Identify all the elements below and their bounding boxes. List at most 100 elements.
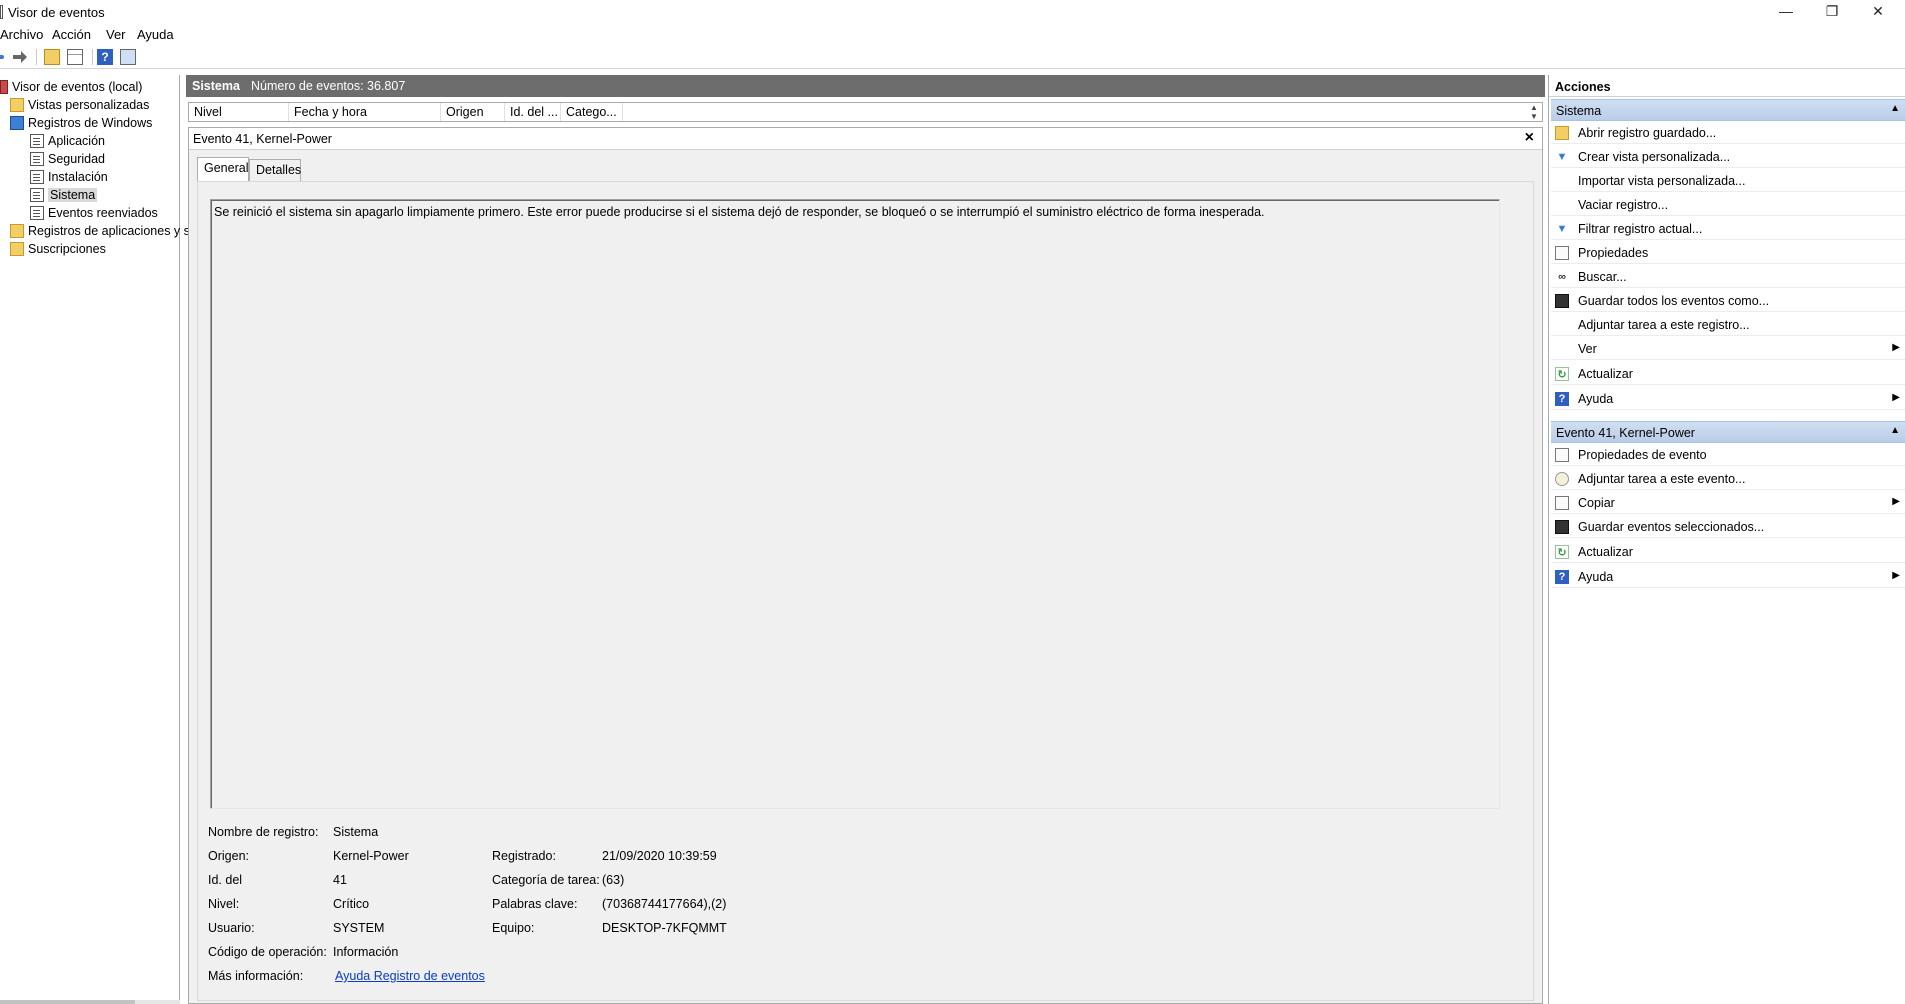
close-details-icon[interactable]: × — [1525, 129, 1534, 147]
list-scrollbar[interactable]: ▲ ▼ — [1526, 103, 1542, 121]
app-icon — [0, 5, 3, 19]
tree-node-root[interactable]: Visor de eventos (local) — [0, 78, 142, 96]
tree-node-windows-logs[interactable]: Registros de Windows — [10, 114, 152, 132]
action-refresh[interactable]: ↻ Actualizar — [1551, 363, 1905, 385]
value-event-id: 41 — [333, 873, 347, 887]
show-hide-tree-icon[interactable] — [67, 49, 83, 65]
action-save-selected-events[interactable]: Guardar eventos seleccionados... — [1551, 516, 1905, 538]
event-details-header: Evento 41, Kernel-Power × — [189, 128, 1542, 150]
menu-archivo[interactable]: Archivo — [0, 27, 43, 42]
minimize-button[interactable]: — — [1763, 0, 1809, 24]
value-log-name: Sistema — [333, 825, 379, 839]
event-message-box[interactable]: Se reinició el sistema sin apagarlo limp… — [210, 199, 1500, 809]
action-save-all-events[interactable]: Guardar todos los eventos como... — [1551, 290, 1905, 312]
filter-icon: ▼ — [1556, 223, 1568, 235]
folder-open-icon — [1555, 126, 1569, 140]
tab-general[interactable]: General — [197, 157, 249, 181]
action-open-saved-log[interactable]: Abrir registro guardado... — [1551, 122, 1905, 144]
refresh-icon: ↻ — [1555, 367, 1569, 381]
menu-ayuda[interactable]: Ayuda — [137, 27, 174, 42]
value-user: SYSTEM — [333, 921, 385, 935]
event-message: Se reinició el sistema sin apagarlo limp… — [214, 205, 1265, 219]
toolbar: ? — [0, 45, 1905, 69]
submenu-arrow-icon: ▶ — [1892, 496, 1900, 507]
log-icon — [30, 170, 44, 184]
copy-icon — [1555, 496, 1569, 510]
action-create-custom-view[interactable]: ▼ Crear vista personalizada... — [1551, 146, 1905, 168]
label-keywords: Palabras clave: — [492, 897, 578, 911]
collapse-icon[interactable]: ▲ — [1890, 425, 1900, 436]
window-title: Visor de eventos — [8, 5, 105, 20]
action-filter-current-log[interactable]: ▼ Filtrar registro actual... — [1551, 218, 1905, 240]
submenu-arrow-icon: ▶ — [1892, 570, 1900, 581]
properties-icon — [1555, 448, 1569, 462]
section-system[interactable]: Sistema ▲ — [1551, 99, 1905, 121]
folder-up-icon[interactable] — [44, 49, 60, 65]
event-list-header: Nivel Fecha y hora Origen Id. del ... Ca… — [188, 102, 1543, 122]
column-date-time[interactable]: Fecha y hora — [289, 103, 441, 121]
refresh-icon: ↻ — [1555, 545, 1569, 559]
action-import-custom-view[interactable]: Importar vista personalizada... — [1551, 170, 1905, 192]
value-opcode: Información — [333, 945, 399, 959]
label-level: Nivel: — [208, 897, 240, 911]
general-tab-content: Se reinició el sistema sin apagarlo limp… — [197, 181, 1534, 1001]
column-task-category[interactable]: Catego... — [561, 103, 623, 121]
value-computer: DESKTOP-7KFQMMT — [602, 921, 727, 935]
action-copy[interactable]: Copiar ▶ — [1551, 492, 1905, 514]
label-logged: Registrado: — [492, 849, 556, 863]
tree-node-system[interactable]: Sistema — [30, 186, 98, 204]
help-icon: ? — [1555, 392, 1569, 406]
subscriptions-icon — [10, 242, 24, 256]
column-source[interactable]: Origen — [441, 103, 505, 121]
menu-ver[interactable]: Ver — [106, 27, 126, 42]
label-more-info: Más información: — [208, 969, 304, 983]
section-event[interactable]: Evento 41, Kernel-Power ▲ — [1551, 421, 1905, 443]
event-count: Número de eventos: 36.807 — [251, 79, 406, 93]
action-help[interactable]: ? Ayuda ▶ — [1551, 388, 1905, 410]
log-icon — [30, 188, 44, 202]
windows-logs-icon — [10, 116, 24, 130]
value-keywords: (70368744177664),(2) — [602, 897, 727, 911]
tree-node-subscriptions[interactable]: Suscripciones — [10, 240, 106, 258]
back-icon[interactable] — [0, 55, 4, 59]
actions-pane: Acciones Sistema ▲ Abrir registro guarda… — [1548, 75, 1905, 1004]
value-source: Kernel-Power — [333, 849, 409, 863]
event-details-panel: Evento 41, Kernel-Power × General Detall… — [188, 127, 1543, 1004]
action-refresh-event[interactable]: ↻ Actualizar — [1551, 541, 1905, 563]
help-icon[interactable]: ? — [97, 49, 113, 65]
action-find[interactable]: ∞ Buscar... — [1551, 266, 1905, 288]
tree-node-setup[interactable]: Instalación — [30, 168, 108, 186]
action-event-properties[interactable]: Propiedades de evento — [1551, 444, 1905, 466]
tree-horizontal-scrollbar[interactable] — [0, 1000, 180, 1004]
action-attach-task-to-event[interactable]: Adjuntar tarea a este evento... — [1551, 468, 1905, 490]
action-properties[interactable]: Propiedades — [1551, 242, 1905, 264]
center-pane: Sistema Número de eventos: 36.807 Nivel … — [186, 75, 1545, 1004]
tree-node-forwarded-events[interactable]: Eventos reenviados — [30, 204, 158, 222]
log-icon — [30, 152, 44, 166]
title-bar: Visor de eventos — ❐ ✕ — [0, 0, 1905, 24]
log-icon — [30, 206, 44, 220]
submenu-arrow-icon: ▶ — [1892, 392, 1900, 403]
maximize-button[interactable]: ❐ — [1809, 0, 1855, 24]
forward-icon[interactable] — [12, 49, 28, 65]
show-hide-action-pane-icon[interactable] — [120, 49, 136, 65]
column-event-id[interactable]: Id. del ... — [505, 103, 561, 121]
tree-node-app-service-logs[interactable]: Registros de aplicaciones y s — [10, 222, 190, 240]
menu-accion[interactable]: Acción — [52, 27, 91, 42]
event-log-help-link[interactable]: Ayuda Registro de eventos — [335, 969, 485, 987]
tree-node-application[interactable]: Aplicación — [30, 132, 105, 150]
action-clear-log[interactable]: Vaciar registro... — [1551, 194, 1905, 216]
action-help-event[interactable]: ? Ayuda ▶ — [1551, 566, 1905, 588]
action-attach-task-to-log[interactable]: Adjuntar tarea a este registro... — [1551, 314, 1905, 336]
label-opcode: Código de operación: — [208, 945, 327, 959]
menu-bar: Archivo Acción Ver Ayuda — [0, 24, 1905, 44]
navigation-tree: Visor de eventos (local) Vistas personal… — [0, 75, 190, 1004]
close-window-button[interactable]: ✕ — [1855, 0, 1901, 24]
action-view[interactable]: Ver ▶ — [1551, 338, 1905, 360]
tab-details[interactable]: Detalles — [249, 159, 301, 181]
tree-node-security[interactable]: Seguridad — [30, 150, 105, 168]
tree-node-custom-views[interactable]: Vistas personalizadas — [10, 96, 149, 114]
log-icon — [30, 134, 44, 148]
column-level[interactable]: Nivel — [189, 103, 289, 121]
collapse-icon[interactable]: ▲ — [1890, 103, 1900, 114]
